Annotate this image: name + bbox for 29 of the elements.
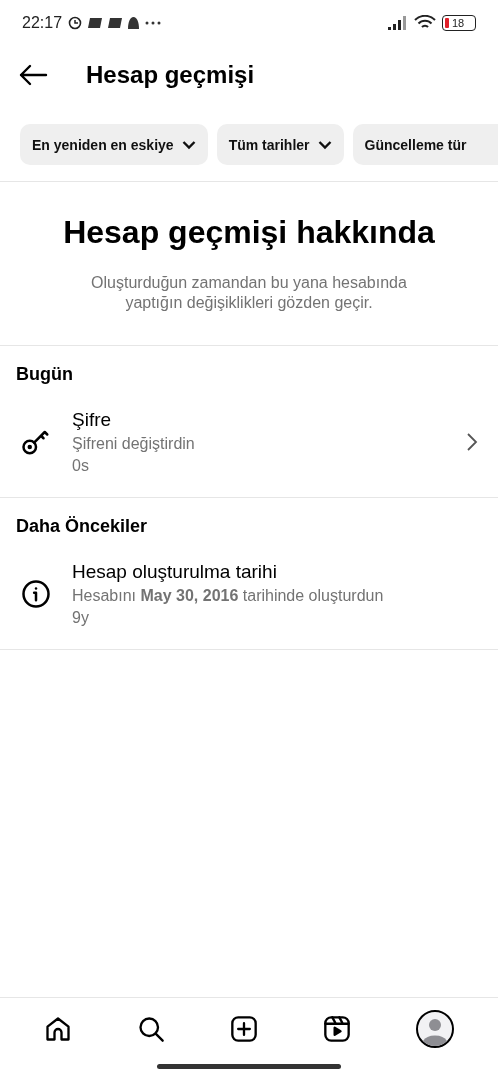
play-clapper-icon[interactable]	[322, 1014, 351, 1043]
section-title: Bugün	[15, 363, 74, 386]
item-description: Şifreni değiştirdin	[72, 435, 196, 453]
item-time: 0s	[72, 457, 90, 475]
section-title: Daha Öncekiler	[15, 515, 149, 538]
item-time: 9y	[72, 609, 90, 627]
filter-chip[interactable]: Güncelleme tür	[352, 124, 498, 165]
alarm-icon	[68, 16, 83, 30]
item-description: Hesabını May 30, 2016 tarihinde oluşturdun	[72, 587, 385, 605]
status-time: 22:17	[22, 14, 63, 32]
home-icon[interactable]	[44, 1014, 73, 1043]
search-icon[interactable]	[137, 1014, 166, 1043]
chevron-right-icon[interactable]	[466, 432, 478, 452]
chevron-down-icon	[181, 139, 196, 150]
item-title: Şifre	[72, 409, 113, 431]
filter-chip[interactable]: En yeniden en eskiye	[20, 124, 208, 165]
avatar-icon[interactable]	[415, 1009, 454, 1048]
plus-square-icon[interactable]	[230, 1014, 258, 1043]
more-icon	[145, 21, 162, 25]
about-title: Hesap geçmişi hakkında	[62, 214, 436, 251]
battery-indicator: 18	[442, 15, 476, 31]
back-button[interactable]	[18, 64, 48, 86]
signal-icon	[388, 16, 408, 30]
about-description: Oluşturduğun zamandan bu yana hesabında yaptığın değişiklikleri gözden geçir.	[90, 273, 408, 313]
page-title: Hesap geçmişi	[86, 61, 255, 89]
item-title: Hesap oluşturulma tarihi	[72, 561, 278, 583]
filter-chip[interactable]: Tüm tarihler	[216, 124, 344, 165]
info-icon	[21, 579, 51, 609]
chevron-down-icon	[317, 139, 332, 150]
